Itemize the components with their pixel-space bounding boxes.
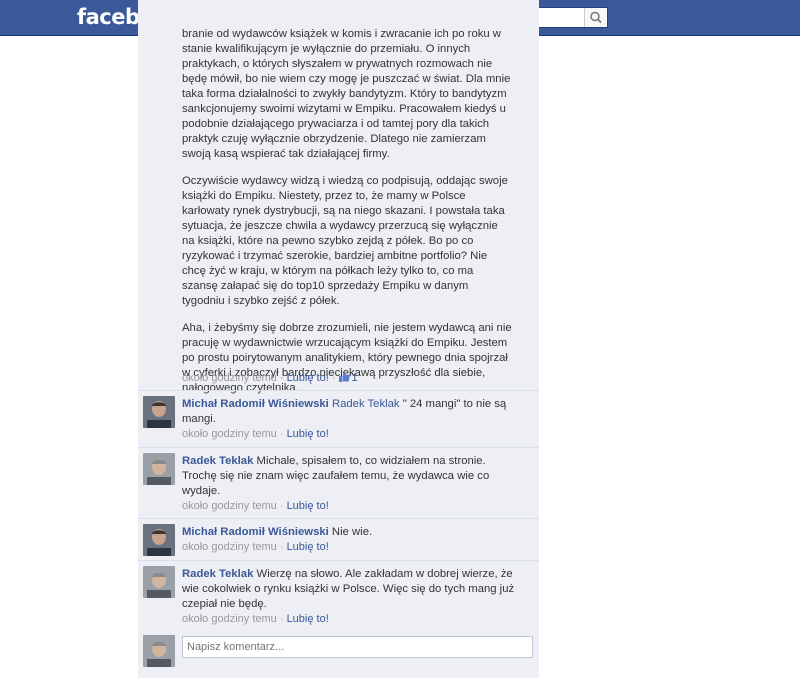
comment-body: Nie wie. xyxy=(328,526,373,538)
comment-text: Radek Teklak Michale, spisałem to, co wi… xyxy=(182,454,522,499)
comment-meta: około godziny temu · Lubię to! xyxy=(182,541,329,553)
comment-author[interactable]: Radek Teklak xyxy=(182,568,253,580)
comment-text: Radek Teklak Wierzę na słowo. Ale zakład… xyxy=(182,567,522,612)
like-count-value: 1 xyxy=(351,372,358,384)
separator: · xyxy=(276,372,287,384)
comment-timestamp[interactable]: około godziny temu xyxy=(182,500,277,512)
like-link[interactable]: Lubię to! xyxy=(287,613,329,625)
divider xyxy=(138,390,539,391)
post-timestamp[interactable]: około godziny temu xyxy=(182,372,277,384)
comment-author[interactable]: Radek Teklak xyxy=(182,455,253,467)
post-paragraph: Oczywiście wydawcy widzą i wiedzą co pod… xyxy=(182,175,508,307)
comments-panel: branie od wydawców książek w komis i zwr… xyxy=(138,0,539,678)
avatar[interactable] xyxy=(143,453,175,485)
comment-meta: około godziny temu · Lubię to! xyxy=(182,613,329,625)
thumbs-up-icon xyxy=(338,372,350,382)
separator: · xyxy=(276,428,287,440)
comment-author[interactable]: Michał Radomił Wiśniewski xyxy=(182,526,329,538)
divider xyxy=(138,560,539,561)
like-link[interactable]: Lubię to! xyxy=(287,372,329,384)
post-paragraph: branie od wydawców książek w komis i zwr… xyxy=(182,28,511,160)
avatar[interactable] xyxy=(143,635,175,667)
separator: · xyxy=(276,541,287,553)
search-button[interactable] xyxy=(584,8,607,27)
comment-text: Michał Radomił Wiśniewski Radek Teklak "… xyxy=(182,397,522,427)
comment-timestamp[interactable]: około godziny temu xyxy=(182,613,277,625)
divider xyxy=(138,447,539,448)
comment-meta: około godziny temu · Lubię to! xyxy=(182,500,329,512)
divider xyxy=(138,518,539,519)
comment-author[interactable]: Michał Radomił Wiśniewski xyxy=(182,398,329,410)
post-body: branie od wydawców książek w komis i zwr… xyxy=(138,27,539,408)
comment-meta: około godziny temu · Lubię to! xyxy=(182,428,329,440)
comment-mention[interactable]: Radek Teklak xyxy=(332,398,400,410)
comment-text: Michał Radomił Wiśniewski Nie wie. xyxy=(182,525,522,540)
like-link[interactable]: Lubię to! xyxy=(287,500,329,512)
avatar[interactable] xyxy=(143,566,175,598)
separator: · xyxy=(276,613,287,625)
comment-composer xyxy=(138,626,539,678)
like-count[interactable]: 1 xyxy=(338,372,358,384)
separator: · xyxy=(328,372,339,384)
post-paragraph: Aha, i żebyśmy się dobrze zrozumieli, ni… xyxy=(182,322,512,394)
comment-timestamp[interactable]: około godziny temu xyxy=(182,541,277,553)
like-link[interactable]: Lubię to! xyxy=(287,541,329,553)
separator: · xyxy=(276,500,287,512)
avatar[interactable] xyxy=(143,524,175,556)
avatar[interactable] xyxy=(143,396,175,428)
comment-input[interactable] xyxy=(182,636,533,658)
search-icon xyxy=(590,11,602,24)
post-meta: około godziny temu · Lubię to! · 1 xyxy=(182,372,358,384)
comment-timestamp[interactable]: około godziny temu xyxy=(182,428,277,440)
like-link[interactable]: Lubię to! xyxy=(287,428,329,440)
